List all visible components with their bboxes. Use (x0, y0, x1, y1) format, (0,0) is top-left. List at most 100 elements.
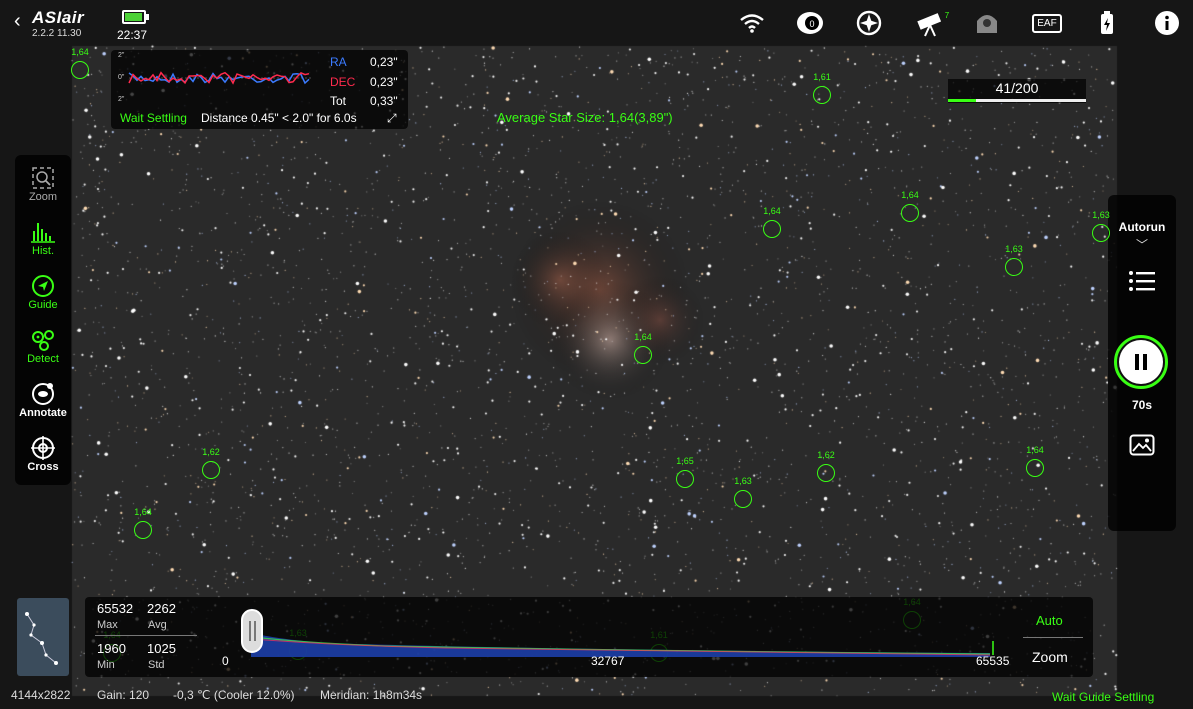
list-menu-icon[interactable] (1128, 270, 1156, 297)
star-hfr-label: 1,64 (634, 332, 652, 342)
telescope-badge: 7 (945, 11, 950, 20)
average-star-size: Average Star Size: 1,64(3,89") (497, 110, 673, 125)
star-hfr-label: 1,64 (71, 47, 89, 57)
star-marker (817, 464, 835, 482)
dec-value: 0,23" (370, 75, 398, 89)
hist-min-label: Min (97, 659, 115, 671)
autorun-button[interactable]: Autorun (1108, 220, 1176, 234)
svg-text:0: 0 (809, 19, 814, 29)
app-logo: ASIair (32, 8, 85, 27)
ra-label: RA (330, 55, 347, 69)
star-marker (1026, 459, 1044, 477)
hist-axis-start: 0 (222, 654, 229, 668)
progress-text: 41/200 (995, 80, 1039, 96)
star-hfr-label: 1,64 (901, 190, 919, 200)
hist-zoom-button[interactable]: Zoom (1032, 649, 1068, 665)
image-gallery-icon[interactable] (1129, 434, 1155, 461)
scale-mid: 0" (118, 74, 125, 81)
star-marker (71, 61, 89, 79)
histogram-curve (251, 607, 994, 657)
hist-axis-mid: 32767 (591, 654, 625, 668)
status-resolution: 4144x2822 (11, 688, 71, 702)
camera-icon[interactable] (972, 8, 1002, 38)
star-hfr-label: 1,65 (676, 456, 694, 466)
star-hfr-label: 1,63 (1005, 244, 1023, 254)
toolbar-annotate[interactable]: Annotate (15, 381, 71, 419)
status-temperature: -0,3 ℃ (Cooler 12.0%) (173, 688, 295, 702)
tot-value: 0,33" (370, 94, 398, 108)
focuser-icon[interactable]: 0 (795, 8, 825, 38)
toolbar-zoom-label: Zoom (28, 191, 58, 203)
toolbar-cross-label: Cross (27, 461, 59, 473)
left-toolbar: Zoom Hist. Guide Detect Annotate Cross (15, 155, 71, 485)
eaf-label: EAF (1032, 13, 1062, 33)
hist-divider (95, 635, 197, 636)
toolbar-guide-label: Guide (28, 299, 58, 311)
progress-bar (948, 99, 1086, 102)
plate-thumbnail[interactable] (17, 598, 69, 676)
hist-axis-end: 65535 (976, 654, 1010, 668)
status-meridian: Meridian: 1h8m34s (320, 688, 423, 702)
hist-max: 65532 (97, 601, 134, 616)
star-marker (676, 470, 694, 488)
star-marker (634, 346, 652, 364)
annotate-icon (15, 381, 71, 407)
expand-icon[interactable]: ⤢ (387, 111, 397, 126)
zoom-icon (15, 165, 71, 191)
mount-icon[interactable] (854, 8, 884, 38)
app-version: 2.2.2 11.30 (32, 28, 82, 39)
guide-distance: Distance 0.45" < 2.0" for 6.0s (201, 111, 357, 125)
hist-std: 1025 (147, 641, 176, 656)
star-hfr-label: 1,64 (763, 206, 781, 216)
star-marker (813, 86, 831, 104)
exposure-time: 70s (1131, 398, 1153, 412)
star-marker (763, 220, 781, 238)
info-icon[interactable] (1152, 8, 1182, 38)
star-hfr-label: 1,64 (134, 507, 152, 517)
battery-icon (122, 10, 149, 24)
star-marker (1005, 258, 1023, 276)
back-chevron-icon[interactable]: ‹ (14, 10, 21, 33)
crosshair-icon (15, 435, 71, 461)
pause-icon (1135, 354, 1147, 370)
toolbar-hist-label: Hist. (32, 245, 54, 257)
scale-top: 2" (118, 52, 125, 59)
hist-avg-label: Avg (148, 619, 167, 631)
guide-icon (15, 273, 71, 299)
star-hfr-label: 1,62 (817, 450, 835, 460)
chevron-down-icon[interactable]: ﹀ (1108, 236, 1176, 253)
hist-avg: 2262 (147, 601, 176, 616)
status-gain: Gain: 120 (97, 688, 150, 702)
star-marker (734, 490, 752, 508)
tot-label: Tot (330, 94, 347, 108)
power-icon[interactable] (1092, 8, 1122, 38)
dec-label: DEC (330, 75, 356, 89)
hist-auto-button[interactable]: Auto (1036, 613, 1063, 628)
clock: 22:37 (117, 28, 148, 42)
hist-button-divider (1023, 637, 1083, 638)
histogram-icon (15, 219, 71, 245)
pause-button[interactable] (1114, 335, 1168, 389)
star-hfr-label: 1,63 (1092, 210, 1110, 220)
star-hfr-label: 1,64 (1026, 445, 1044, 455)
hist-std-label: Std (148, 659, 165, 671)
star-marker (134, 521, 152, 539)
toolbar-hist[interactable]: Hist. (15, 219, 71, 257)
telescope-icon[interactable]: 7 (914, 8, 954, 38)
star-marker (1092, 224, 1110, 242)
toolbar-cross[interactable]: Cross (15, 435, 71, 473)
status-guide-settling: Wait Guide Settling (1052, 690, 1155, 704)
black-point-slider[interactable] (241, 609, 263, 653)
toolbar-annotate-label: Annotate (19, 407, 67, 419)
star-hfr-label: 1,61 (813, 72, 831, 82)
hist-max-label: Max (97, 619, 118, 631)
star-hfr-label: 1,62 (202, 447, 220, 457)
toolbar-zoom[interactable]: Zoom (15, 165, 71, 203)
toolbar-detect-label: Detect (27, 353, 59, 365)
eaf-icon[interactable]: EAF (1032, 8, 1062, 38)
ra-value: 0,23" (370, 55, 398, 69)
star-marker (202, 461, 220, 479)
wifi-icon[interactable] (737, 8, 767, 38)
toolbar-guide[interactable]: Guide (15, 273, 71, 311)
toolbar-detect[interactable]: Detect (15, 327, 71, 365)
